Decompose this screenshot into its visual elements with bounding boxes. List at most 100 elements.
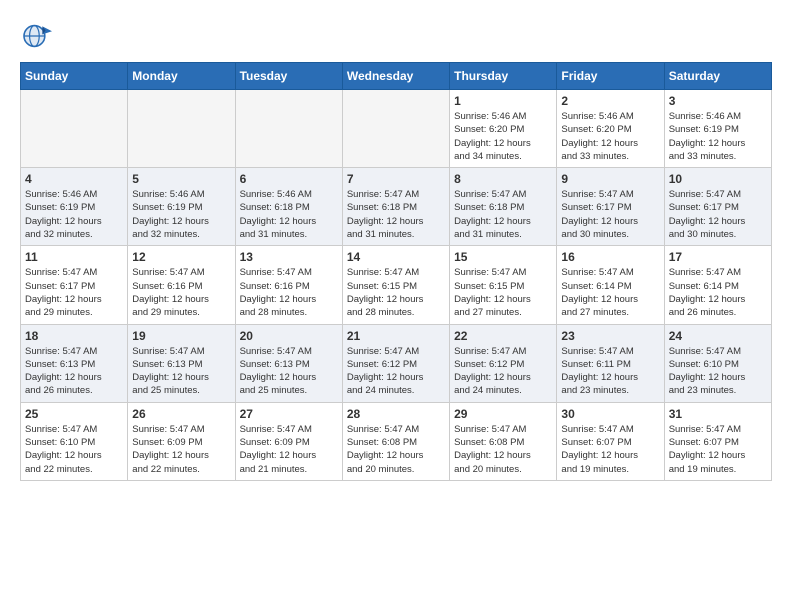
day-cell <box>235 90 342 168</box>
day-info: Sunrise: 5:47 AM Sunset: 6:16 PM Dayligh… <box>240 266 338 319</box>
day-number: 10 <box>669 172 767 186</box>
day-cell: 17 Sunrise: 5:47 AM Sunset: 6:14 PM Dayli… <box>664 246 771 324</box>
logo <box>20 20 56 52</box>
day-number: 19 <box>132 329 230 343</box>
calendar-body: 1 Sunrise: 5:46 AM Sunset: 6:20 PM Daylig… <box>21 90 772 481</box>
day-cell: 3 Sunrise: 5:46 AM Sunset: 6:19 PM Daylig… <box>664 90 771 168</box>
day-cell <box>128 90 235 168</box>
day-cell: 25 Sunrise: 5:47 AM Sunset: 6:10 PM Dayli… <box>21 402 128 480</box>
day-cell: 10 Sunrise: 5:47 AM Sunset: 6:17 PM Dayli… <box>664 168 771 246</box>
week-row-1: 1 Sunrise: 5:46 AM Sunset: 6:20 PM Daylig… <box>21 90 772 168</box>
day-cell: 21 Sunrise: 5:47 AM Sunset: 6:12 PM Dayli… <box>342 324 449 402</box>
day-cell <box>21 90 128 168</box>
calendar-table: SundayMondayTuesdayWednesdayThursdayFrid… <box>20 62 772 481</box>
day-info: Sunrise: 5:47 AM Sunset: 6:12 PM Dayligh… <box>454 345 552 398</box>
day-info: Sunrise: 5:47 AM Sunset: 6:08 PM Dayligh… <box>454 423 552 476</box>
day-number: 29 <box>454 407 552 421</box>
week-row-3: 11Sunrise: 5:47 AM Sunset: 6:17 PM Dayli… <box>21 246 772 324</box>
day-cell: 23Sunrise: 5:47 AM Sunset: 6:11 PM Dayli… <box>557 324 664 402</box>
day-cell: 13 Sunrise: 5:47 AM Sunset: 6:16 PM Dayli… <box>235 246 342 324</box>
day-info: Sunrise: 5:47 AM Sunset: 6:13 PM Dayligh… <box>240 345 338 398</box>
day-cell: 18 Sunrise: 5:47 AM Sunset: 6:13 PM Dayli… <box>21 324 128 402</box>
day-cell: 27 Sunrise: 5:47 AM Sunset: 6:09 PM Dayli… <box>235 402 342 480</box>
header-cell-friday: Friday <box>557 63 664 90</box>
week-row-4: 18 Sunrise: 5:47 AM Sunset: 6:13 PM Dayli… <box>21 324 772 402</box>
day-info: Sunrise: 5:46 AM Sunset: 6:19 PM Dayligh… <box>669 110 767 163</box>
day-number: 13 <box>240 250 338 264</box>
day-number: 28 <box>347 407 445 421</box>
day-info: Sunrise: 5:46 AM Sunset: 6:19 PM Dayligh… <box>25 188 123 241</box>
day-number: 21 <box>347 329 445 343</box>
day-cell: 1 Sunrise: 5:46 AM Sunset: 6:20 PM Daylig… <box>450 90 557 168</box>
day-cell: 7Sunrise: 5:47 AM Sunset: 6:18 PM Daylig… <box>342 168 449 246</box>
day-info: Sunrise: 5:47 AM Sunset: 6:16 PM Dayligh… <box>132 266 230 319</box>
day-number: 11 <box>25 250 123 264</box>
day-info: Sunrise: 5:47 AM Sunset: 6:17 PM Dayligh… <box>669 188 767 241</box>
day-info: Sunrise: 5:47 AM Sunset: 6:14 PM Dayligh… <box>669 266 767 319</box>
day-number: 4 <box>25 172 123 186</box>
day-cell: 28 Sunrise: 5:47 AM Sunset: 6:08 PM Dayli… <box>342 402 449 480</box>
day-info: Sunrise: 5:47 AM Sunset: 6:07 PM Dayligh… <box>561 423 659 476</box>
day-cell: 30 Sunrise: 5:47 AM Sunset: 6:07 PM Dayli… <box>557 402 664 480</box>
day-cell: 4 Sunrise: 5:46 AM Sunset: 6:19 PM Daylig… <box>21 168 128 246</box>
day-number: 22 <box>454 329 552 343</box>
day-info: Sunrise: 5:47 AM Sunset: 6:12 PM Dayligh… <box>347 345 445 398</box>
day-cell: 12Sunrise: 5:47 AM Sunset: 6:16 PM Dayli… <box>128 246 235 324</box>
day-number: 26 <box>132 407 230 421</box>
day-number: 16 <box>561 250 659 264</box>
day-cell: 20 Sunrise: 5:47 AM Sunset: 6:13 PM Dayli… <box>235 324 342 402</box>
day-cell: 26 Sunrise: 5:47 AM Sunset: 6:09 PM Dayli… <box>128 402 235 480</box>
day-number: 30 <box>561 407 659 421</box>
day-info: Sunrise: 5:47 AM Sunset: 6:15 PM Dayligh… <box>347 266 445 319</box>
day-number: 9 <box>561 172 659 186</box>
header-cell-monday: Monday <box>128 63 235 90</box>
day-info: Sunrise: 5:47 AM Sunset: 6:13 PM Dayligh… <box>25 345 123 398</box>
day-number: 1 <box>454 94 552 108</box>
day-number: 2 <box>561 94 659 108</box>
header-cell-sunday: Sunday <box>21 63 128 90</box>
day-cell: 19Sunrise: 5:47 AM Sunset: 6:13 PM Dayli… <box>128 324 235 402</box>
day-info: Sunrise: 5:47 AM Sunset: 6:09 PM Dayligh… <box>132 423 230 476</box>
day-info: Sunrise: 5:47 AM Sunset: 6:10 PM Dayligh… <box>25 423 123 476</box>
day-number: 23 <box>561 329 659 343</box>
day-cell: 22 Sunrise: 5:47 AM Sunset: 6:12 PM Dayli… <box>450 324 557 402</box>
day-cell: 8 Sunrise: 5:47 AM Sunset: 6:18 PM Daylig… <box>450 168 557 246</box>
header-cell-tuesday: Tuesday <box>235 63 342 90</box>
day-info: Sunrise: 5:47 AM Sunset: 6:10 PM Dayligh… <box>669 345 767 398</box>
header-cell-saturday: Saturday <box>664 63 771 90</box>
header-cell-wednesday: Wednesday <box>342 63 449 90</box>
day-cell: 5Sunrise: 5:46 AM Sunset: 6:19 PM Daylig… <box>128 168 235 246</box>
day-number: 27 <box>240 407 338 421</box>
day-number: 24 <box>669 329 767 343</box>
day-cell: 9Sunrise: 5:47 AM Sunset: 6:17 PM Daylig… <box>557 168 664 246</box>
page-header <box>20 20 772 52</box>
day-info: Sunrise: 5:47 AM Sunset: 6:09 PM Dayligh… <box>240 423 338 476</box>
day-number: 17 <box>669 250 767 264</box>
header-row: SundayMondayTuesdayWednesdayThursdayFrid… <box>21 63 772 90</box>
day-info: Sunrise: 5:47 AM Sunset: 6:18 PM Dayligh… <box>454 188 552 241</box>
day-info: Sunrise: 5:46 AM Sunset: 6:18 PM Dayligh… <box>240 188 338 241</box>
day-info: Sunrise: 5:47 AM Sunset: 6:15 PM Dayligh… <box>454 266 552 319</box>
day-number: 15 <box>454 250 552 264</box>
day-number: 31 <box>669 407 767 421</box>
day-number: 18 <box>25 329 123 343</box>
day-cell: 16Sunrise: 5:47 AM Sunset: 6:14 PM Dayli… <box>557 246 664 324</box>
day-cell: 2Sunrise: 5:46 AM Sunset: 6:20 PM Daylig… <box>557 90 664 168</box>
day-number: 8 <box>454 172 552 186</box>
calendar-header: SundayMondayTuesdayWednesdayThursdayFrid… <box>21 63 772 90</box>
header-cell-thursday: Thursday <box>450 63 557 90</box>
day-info: Sunrise: 5:47 AM Sunset: 6:07 PM Dayligh… <box>669 423 767 476</box>
day-number: 25 <box>25 407 123 421</box>
day-info: Sunrise: 5:46 AM Sunset: 6:19 PM Dayligh… <box>132 188 230 241</box>
day-number: 20 <box>240 329 338 343</box>
day-cell: 15 Sunrise: 5:47 AM Sunset: 6:15 PM Dayli… <box>450 246 557 324</box>
day-cell: 29 Sunrise: 5:47 AM Sunset: 6:08 PM Dayli… <box>450 402 557 480</box>
day-cell: 24 Sunrise: 5:47 AM Sunset: 6:10 PM Dayli… <box>664 324 771 402</box>
day-number: 3 <box>669 94 767 108</box>
day-info: Sunrise: 5:47 AM Sunset: 6:08 PM Dayligh… <box>347 423 445 476</box>
day-info: Sunrise: 5:46 AM Sunset: 6:20 PM Dayligh… <box>454 110 552 163</box>
week-row-5: 25 Sunrise: 5:47 AM Sunset: 6:10 PM Dayli… <box>21 402 772 480</box>
day-number: 6 <box>240 172 338 186</box>
day-info: Sunrise: 5:47 AM Sunset: 6:18 PM Dayligh… <box>347 188 445 241</box>
logo-icon <box>20 20 52 52</box>
